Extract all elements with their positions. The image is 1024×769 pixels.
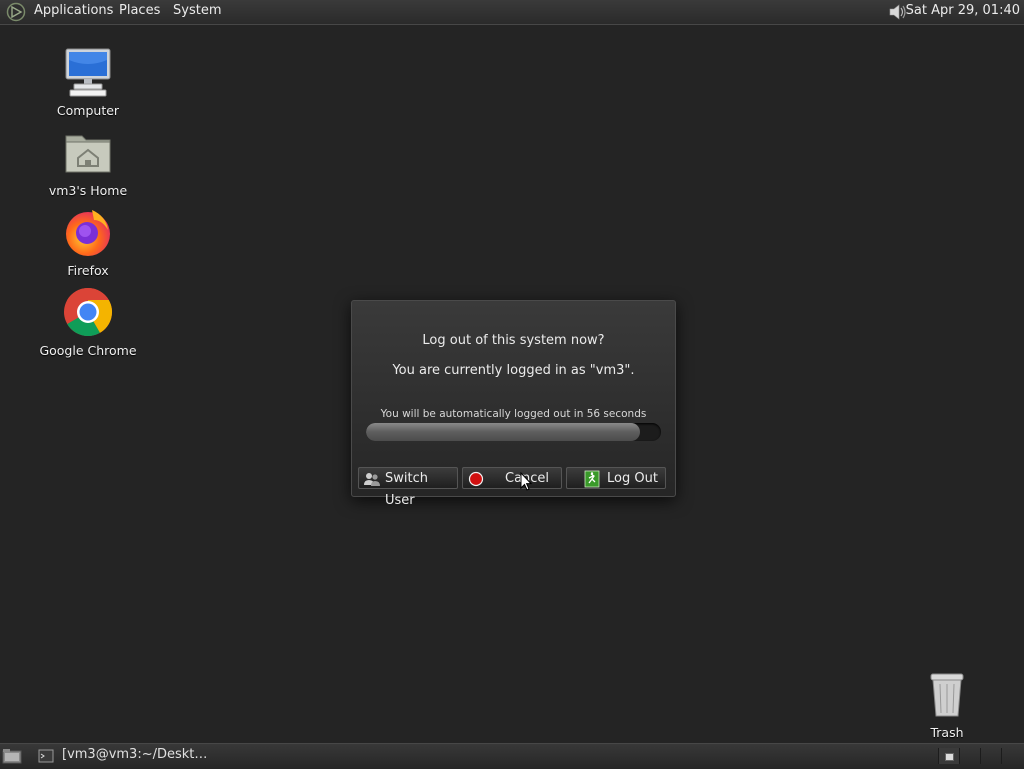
desktop-icon-chrome[interactable]: Google Chrome xyxy=(33,286,143,358)
chrome-icon xyxy=(64,287,113,337)
menu-logo-icon[interactable] xyxy=(6,2,26,22)
top-panel: Applications Places System Sat Apr 29, 0… xyxy=(0,0,1024,25)
firefox-icon xyxy=(66,210,110,256)
switch-user-label: Switch User xyxy=(385,471,428,508)
computer-icon xyxy=(65,48,111,97)
terminal-icon xyxy=(38,749,54,763)
switch-user-button[interactable]: Switch User xyxy=(358,467,458,508)
menu-places[interactable]: Places xyxy=(119,3,160,19)
workspace-4[interactable] xyxy=(1001,748,1022,764)
workspace-3[interactable] xyxy=(980,748,1001,764)
desktop-icon-home[interactable]: vm3's Home xyxy=(33,126,143,198)
workspace-window-thumb xyxy=(945,753,954,761)
taskbar-window-title: [vm3@vm3:~/Deskt… xyxy=(62,747,208,762)
trash-icon xyxy=(930,673,964,717)
desktop-icon-label: Trash xyxy=(930,725,964,740)
workspace-switcher[interactable] xyxy=(938,748,1024,764)
show-desktop-icon[interactable] xyxy=(2,747,22,765)
desktop-icon-computer[interactable]: Computer xyxy=(33,46,143,118)
countdown-progress-bar xyxy=(366,423,661,441)
progress-fill xyxy=(366,423,641,441)
stop-icon xyxy=(468,471,484,487)
menu-system[interactable]: System xyxy=(173,3,221,19)
taskbar-window-button[interactable]: [vm3@vm3:~/Deskt… xyxy=(36,746,236,766)
users-icon xyxy=(364,473,380,486)
workspace-1[interactable] xyxy=(938,748,959,764)
countdown-text: You will be automatically logged out in … xyxy=(380,408,647,420)
cancel-button[interactable]: Cancel xyxy=(462,467,562,489)
bottom-panel: [vm3@vm3:~/Deskt… xyxy=(0,743,1024,769)
panel-clock[interactable]: Sat Apr 29, 01:40 xyxy=(906,3,1020,19)
desktop-icon-trash[interactable]: Trash xyxy=(892,668,1002,740)
menu-applications[interactable]: Applications xyxy=(34,3,113,19)
log-out-button[interactable]: Log Out xyxy=(566,467,666,489)
desktop-icon-label: Computer xyxy=(56,103,120,118)
desktop-icon-label: Firefox xyxy=(67,263,109,278)
desktop-icon-label: Google Chrome xyxy=(39,343,137,358)
dialog-title: Log out of this system now? xyxy=(422,333,605,348)
desktop-icon-firefox[interactable]: Firefox xyxy=(33,206,143,278)
desktop-icon-label: vm3's Home xyxy=(48,183,128,198)
logout-dialog: Log out of this system now? You are curr… xyxy=(351,300,676,508)
log-out-label: Log Out xyxy=(607,471,658,486)
workspace-2[interactable] xyxy=(959,748,980,764)
home-folder-icon xyxy=(65,135,111,173)
dialog-subtitle: You are currently logged in as "vm3". xyxy=(392,363,635,378)
exit-icon xyxy=(584,470,600,488)
mouse-cursor-icon xyxy=(520,472,532,491)
